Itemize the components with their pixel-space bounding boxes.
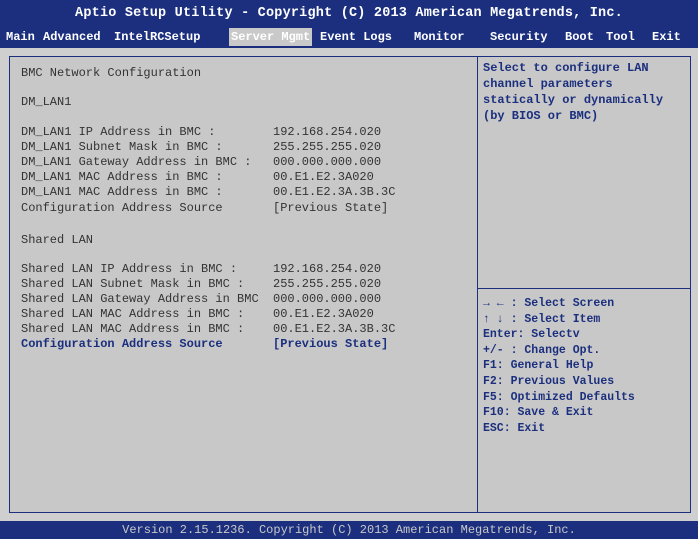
key-hint: F5: Optimized Defaults [483, 390, 635, 404]
tab-security[interactable]: Security [488, 28, 550, 46]
key-hint: ↑ ↓ : Select Item [483, 312, 601, 326]
tab-intelrcsetup[interactable]: IntelRCSetup [112, 28, 202, 46]
tab-main[interactable]: Main [4, 28, 37, 46]
key-legend: → ← : Select Screen ↑ ↓ : Select Item En… [483, 296, 683, 436]
footer-version: Version 2.15.1236. Copyright (C) 2013 Am… [0, 521, 698, 539]
help-divider [478, 288, 690, 289]
vertical-divider [477, 57, 478, 512]
menu-bar: Main Advanced IntelRCSetup Server Mgmt E… [0, 28, 698, 46]
main-panel: BMC Network Configuration DM_LAN1 DM_LAN… [9, 56, 691, 513]
tab-boot[interactable]: Boot [563, 28, 596, 46]
help-text: Select to configure LAN channel paramete… [483, 61, 664, 123]
title-bar: Aptio Setup Utility - Copyright (C) 2013… [0, 0, 698, 48]
key-hint: ESC: Exit [483, 421, 546, 435]
key-hint: F10: Save & Exit [483, 406, 594, 420]
tab-event-logs[interactable]: Event Logs [318, 28, 394, 46]
key-hint: → ← : Select Screen [483, 297, 615, 310]
key-hint: F2: Previous Values [483, 374, 615, 388]
tab-tool[interactable]: Tool [604, 28, 637, 46]
key-hint: +/- : Change Opt. [483, 343, 601, 357]
tab-exit[interactable]: Exit [650, 28, 683, 46]
app-title: Aptio Setup Utility - Copyright (C) 2013… [75, 6, 623, 21]
key-hint: F1: General Help [483, 359, 594, 373]
tab-server-mgmt[interactable]: Server Mgmt [229, 28, 313, 46]
tab-monitor[interactable]: Monitor [412, 28, 466, 46]
key-hint: Enter: Selectv [483, 328, 580, 342]
tab-advanced[interactable]: Advanced [41, 28, 103, 46]
